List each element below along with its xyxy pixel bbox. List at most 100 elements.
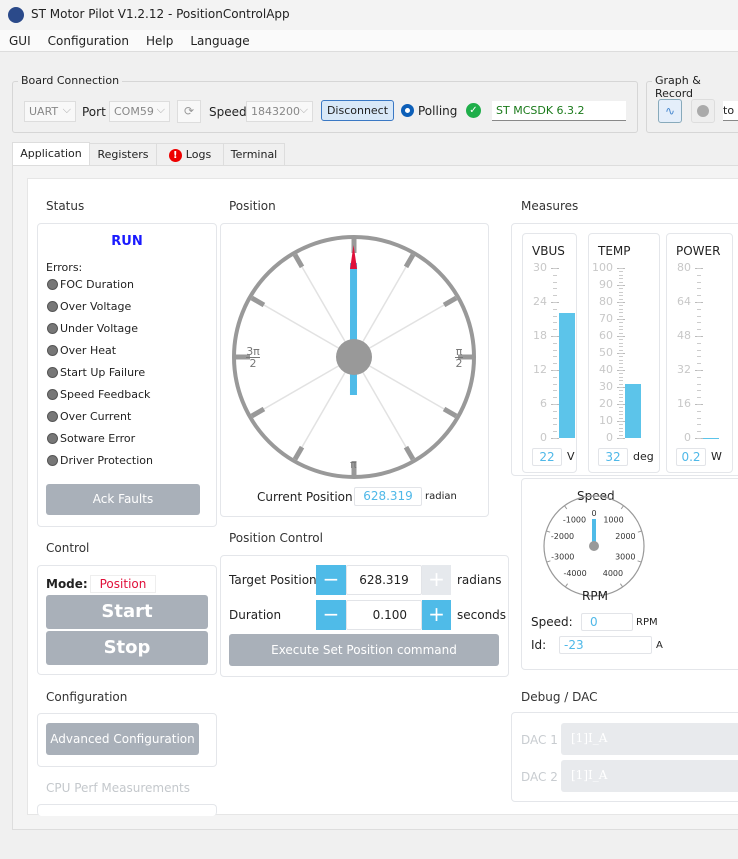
port-select[interactable]: COM59 [109,100,170,122]
gauge-tick-label: 0 [606,431,613,444]
speed-tick-label: 2000 [615,532,635,541]
gauge-minor-tick [697,431,701,433]
baud-select[interactable]: 1843200 [246,100,313,122]
tab-application[interactable]: Application [12,142,90,166]
gauge-minor-tick [553,397,557,399]
gauge-tick-label: 30 [533,261,547,274]
gauge-minor-tick [553,349,557,351]
target-increment-button[interactable]: + [422,565,451,595]
duration-decrement-button[interactable]: − [316,600,346,630]
gauge-minor-tick [697,329,701,331]
gauge-minor-tick [553,376,557,378]
disconnect-button[interactable]: Disconnect [321,100,394,121]
dial-tick [403,445,416,461]
gauge-minor-tick [619,400,623,402]
control-card: Mode: Position Start Stop [37,565,217,675]
dac1-select[interactable]: [1]I_A [561,723,738,755]
dial-label-pi: π [350,458,357,471]
gauge-minor-tick [697,404,701,405]
duration-input[interactable]: 0.100 [346,600,422,630]
gauge-minor-tick [619,427,623,429]
target-position-input[interactable]: 628.319 [346,565,422,595]
tab-terminal[interactable]: Terminal [223,143,285,166]
gauge-minor-tick [697,274,701,276]
gauge-minor-tick [619,268,623,269]
dial-tick [292,253,305,269]
error-item: Over Current [60,410,132,423]
gauge-unit: V [567,450,575,463]
target-decrement-button[interactable]: − [316,565,346,595]
gauge-tick-label: 100 [592,261,613,274]
gauge-minor-tick [619,339,623,341]
interface-select[interactable]: UART [24,100,76,122]
gauge-minor-tick [619,312,623,314]
gauge-minor-tick [697,315,701,317]
gauge-minor-tick [697,308,701,310]
gauge-minor-tick [619,281,623,283]
error-led-icon [47,345,58,356]
menu-language[interactable]: Language [190,34,249,48]
ack-faults-button[interactable]: Ack Faults [46,484,200,515]
stop-button[interactable]: Stop [46,631,208,665]
speed-tick [564,505,568,510]
gauge-tick-label: 60 [599,329,613,342]
gauge-tick-label: 12 [533,363,547,376]
polling-radio[interactable] [401,104,414,117]
position-card: 3π 2 π2 π Current Position: 628.319 radia… [220,223,489,517]
gauge-minor-tick [553,302,557,303]
gauge-minor-tick [619,434,623,436]
cpu-perf-card [37,804,217,816]
graph-field[interactable]: to [723,101,738,121]
error-led-icon [47,279,58,290]
gauge-minor-tick [619,424,623,426]
error-item: Under Voltage [60,322,139,335]
gauge-minor-tick [553,281,557,283]
graph-icon[interactable]: ∿ [658,99,682,123]
gauge-tick-label: 0 [540,431,547,444]
graph-record-label: Graph & Record [652,74,738,100]
gauge-minor-tick [697,397,701,399]
gauge-minor-tick [697,370,701,371]
gauge-minor-tick [619,438,623,439]
error-item: Start Up Failure [60,366,146,379]
speed-tick-label: -2000 [551,532,574,541]
menu-configuration[interactable]: Configuration [48,34,129,48]
gauge-minor-tick [553,417,557,419]
dial-tick [442,406,458,419]
dial-tick [292,445,305,461]
tab-registers[interactable]: Registers [89,143,157,166]
gauge-minor-tick [619,421,623,422]
dac2-select[interactable]: [1]I_A [561,760,738,792]
gauge-minor-tick [619,322,623,324]
alert-icon: ! [168,149,182,162]
gauge-minor-tick [619,356,623,358]
port-label: Port [82,105,106,119]
speed-value: 0 [581,613,633,631]
gauge-minor-tick [697,349,701,351]
gauge-minor-tick [619,410,623,412]
mode-label: Mode: [46,577,88,591]
gauge-title: POWER [676,244,721,258]
gauge-minor-tick [619,329,623,331]
speed-tick-label: -1000 [563,515,586,524]
execute-set-position-button[interactable]: Execute Set Position command [229,634,499,666]
refresh-icon[interactable]: ⟳ [177,100,201,123]
gauge-minor-tick [697,383,701,385]
gauge-minor-tick [697,417,701,419]
speed-tick [546,560,551,563]
speed-gauge-unit: RPM [582,589,608,603]
advanced-configuration-button[interactable]: Advanced Configuration [46,723,199,755]
target-position-label: Target Position [229,573,317,587]
tab-logs[interactable]: ! Logs [156,143,224,166]
polling-label: Polling [418,104,458,118]
gauge-tick-label: 30 [599,380,613,393]
record-icon[interactable] [691,99,715,123]
duration-increment-button[interactable]: + [422,600,451,630]
gauge-tick-label: 90 [599,278,613,291]
start-button[interactable]: Start [46,595,208,629]
error-led-icon [47,323,58,334]
gauge-minor-tick [619,325,623,327]
menu-help[interactable]: Help [146,34,173,48]
menu-gui[interactable]: GUI [9,34,31,48]
errors-label: Errors: [46,261,83,274]
